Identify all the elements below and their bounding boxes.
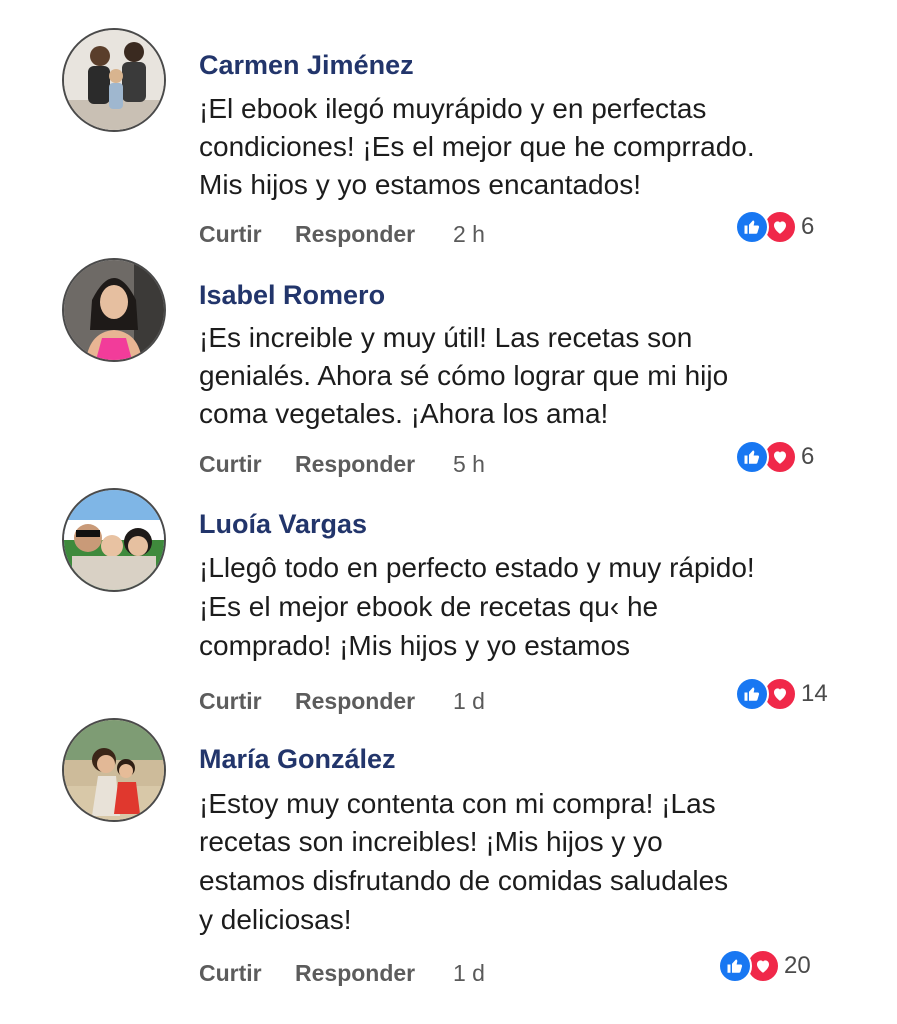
reply-button[interactable]: Responder — [295, 960, 415, 987]
thumbs-up-icon — [735, 210, 769, 244]
thumbs-up-icon — [735, 677, 769, 711]
comment-text-line: ¡Es increible y muy útil! Las recetas so… — [199, 322, 693, 353]
comment-author[interactable]: Isabel Romero — [199, 280, 385, 311]
comment-author[interactable]: Luoía Vargas — [199, 509, 367, 540]
comment-timestamp[interactable]: 1 d — [453, 960, 485, 987]
like-button[interactable]: Curtir — [199, 960, 262, 987]
reaction-count: 6 — [801, 213, 815, 240]
like-button[interactable]: Curtir — [199, 688, 262, 715]
reaction-summary[interactable]: 20 — [718, 949, 811, 983]
reaction-summary[interactable]: 14 — [735, 677, 828, 711]
comment-timestamp[interactable]: 5 h — [453, 451, 485, 478]
thumbs-up-icon — [735, 440, 769, 474]
like-button[interactable]: Curtir — [199, 221, 262, 248]
comment-author[interactable]: Carmen Jiménez — [199, 50, 414, 81]
comment-timestamp[interactable]: 1 d — [453, 688, 485, 715]
comment-text-line: condiciones! ¡Es el mejor que he comprra… — [199, 131, 755, 162]
avatar[interactable] — [62, 718, 166, 822]
comment-text-line: Mis hijos y yo estamos encantados! — [199, 169, 641, 200]
comment-text-line: ¡Es el mejor ebook de recetas qu‹ he — [199, 591, 659, 622]
avatar[interactable] — [62, 488, 166, 592]
comment-author[interactable]: María González — [199, 744, 396, 775]
reply-button[interactable]: Responder — [295, 451, 415, 478]
reaction-summary[interactable]: 6 — [735, 440, 814, 474]
avatar[interactable] — [62, 28, 166, 132]
avatar[interactable] — [62, 258, 166, 362]
comment-text-line: ¡Llegô todo en perfecto estado y muy ráp… — [199, 552, 755, 583]
reaction-count: 6 — [801, 443, 815, 470]
reply-button[interactable]: Responder — [295, 221, 415, 248]
reaction-count: 20 — [784, 952, 811, 979]
comment-text-line: estamos disfrutando de comidas saludales — [199, 865, 729, 896]
comment-text-line: ¡Estoy muy contenta con mi compra! ¡Las — [199, 788, 716, 819]
comment-text-line: comprado! ¡Mis hijos y yo estamos — [199, 630, 631, 661]
thumbs-up-icon — [718, 949, 752, 983]
comment-text-line: recetas son increibles! ¡Mis hijos y yo — [199, 826, 663, 857]
reaction-summary[interactable]: 6 — [735, 210, 814, 244]
like-button[interactable]: Curtir — [199, 451, 262, 478]
comment-text-line: ¡El ebook ilegó muyrápido y en perfectas — [199, 93, 707, 124]
comment-text-line: genialés. Ahora sé cómo lograr que mi hi… — [199, 360, 729, 391]
comment-timestamp[interactable]: 2 h — [453, 221, 485, 248]
comment-text-line: coma vegetales. ¡Ahora los ama! — [199, 398, 609, 429]
reaction-count: 14 — [801, 680, 828, 707]
comment-text-line: y deliciosas! — [199, 904, 352, 935]
reply-button[interactable]: Responder — [295, 688, 415, 715]
